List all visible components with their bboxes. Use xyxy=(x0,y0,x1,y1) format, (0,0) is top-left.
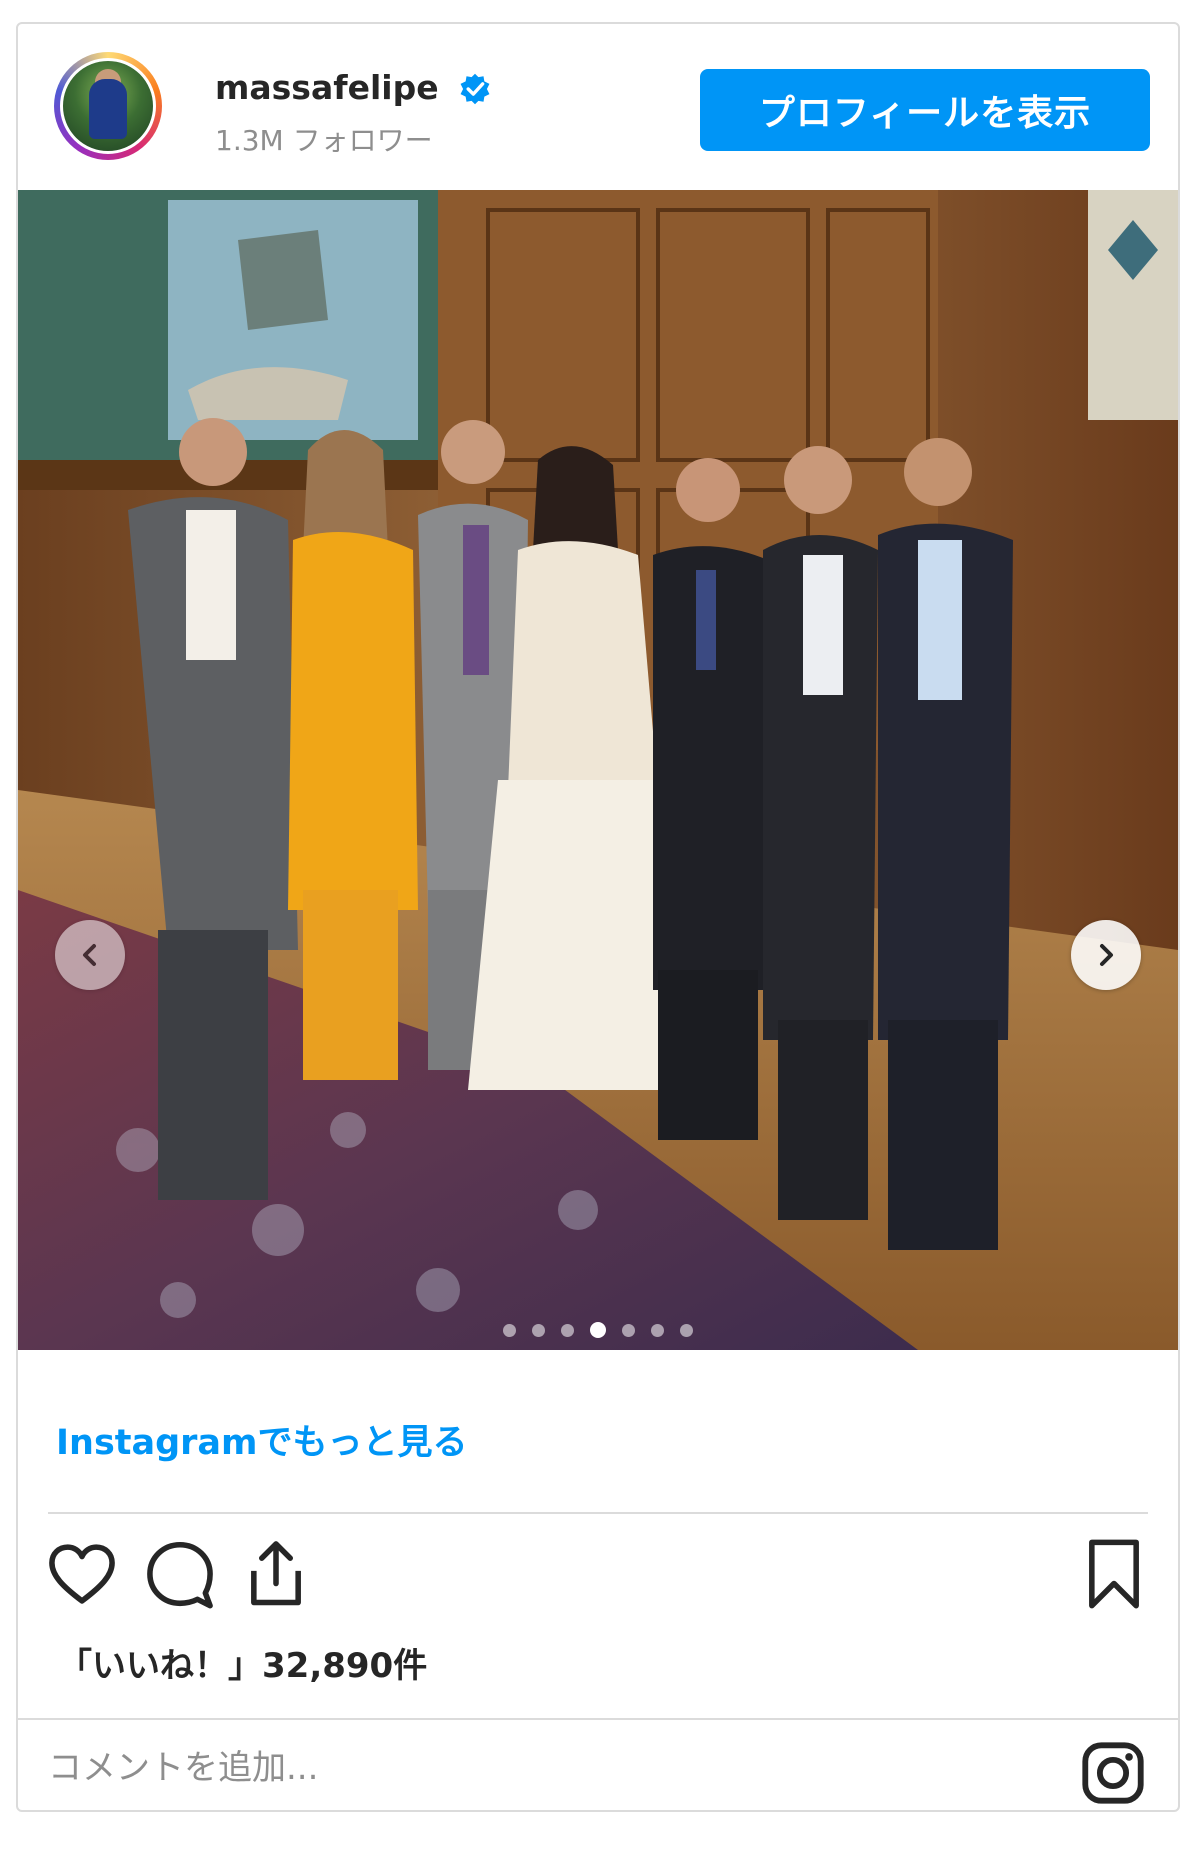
carousel-dot-active xyxy=(590,1322,606,1338)
carousel-dot xyxy=(561,1324,574,1337)
carousel-prev-button[interactable] xyxy=(55,920,125,990)
view-more-on-instagram-link[interactable]: Instagramでもっと見る xyxy=(56,1414,468,1465)
comment-input[interactable] xyxy=(46,1738,850,1798)
chevron-right-icon xyxy=(1100,944,1113,966)
carousel-next-button[interactable] xyxy=(1071,920,1141,990)
carousel-dot xyxy=(680,1324,693,1337)
avatar-image xyxy=(60,58,156,154)
profile-avatar[interactable] xyxy=(54,52,162,160)
comment-bar xyxy=(18,1718,1178,1814)
follower-count: 1.3M フォロワー xyxy=(215,124,433,157)
verified-badge-icon xyxy=(460,73,490,105)
carousel-photo[interactable] xyxy=(18,190,1178,1350)
carousel-indicator xyxy=(18,1322,1178,1338)
like-button[interactable] xyxy=(44,1536,120,1616)
username[interactable]: massafelipe xyxy=(215,68,439,107)
save-button[interactable] xyxy=(1076,1536,1152,1616)
view-profile-button[interactable]: プロフィールを表示 xyxy=(700,69,1150,151)
carousel-dot xyxy=(651,1324,664,1337)
comment-bubble-icon xyxy=(147,1541,213,1609)
divider xyxy=(48,1512,1148,1514)
heart-icon xyxy=(49,1544,115,1604)
instagram-embed-card: massafelipe 1.3M フォロワー プロフィールを表示 Instagr… xyxy=(16,22,1180,1812)
post-header: massafelipe 1.3M フォロワー プロフィールを表示 xyxy=(18,24,1178,189)
carousel-dot xyxy=(532,1324,545,1337)
carousel-dot xyxy=(503,1324,516,1337)
chevron-left-icon xyxy=(83,944,96,966)
share-button[interactable] xyxy=(238,1536,314,1616)
carousel-dot xyxy=(622,1324,635,1337)
share-upload-icon xyxy=(251,1541,301,1606)
photo-illustration xyxy=(18,190,1178,1350)
like-count: 「いいね！」32,890件 xyxy=(58,1646,428,1686)
comment-button[interactable] xyxy=(142,1536,218,1616)
instagram-logo-icon[interactable] xyxy=(1078,1738,1148,1808)
bookmark-icon xyxy=(1089,1539,1139,1609)
